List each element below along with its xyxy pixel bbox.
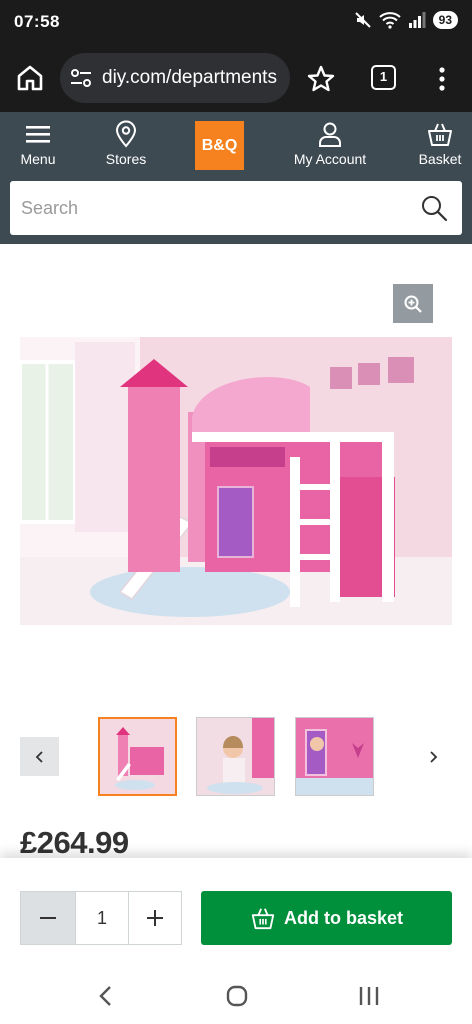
basket-icon bbox=[251, 908, 275, 930]
plus-icon bbox=[147, 910, 163, 926]
thumbnail-2[interactable] bbox=[196, 717, 275, 796]
search-area bbox=[0, 180, 472, 244]
status-bar: 07:58 93 bbox=[0, 0, 472, 44]
basket-icon bbox=[428, 123, 452, 146]
add-to-basket-bar: 1 Add to basket bbox=[0, 858, 472, 968]
search-box bbox=[10, 181, 462, 235]
thumbnail-next-button[interactable] bbox=[420, 744, 446, 770]
quantity-increase-button[interactable] bbox=[129, 892, 181, 944]
my-account-button[interactable]: My Account bbox=[286, 120, 374, 167]
menu-button[interactable]: Menu bbox=[12, 120, 64, 167]
stores-label: Stores bbox=[105, 151, 147, 167]
url-text[interactable]: diy.com/departments bbox=[102, 67, 277, 89]
wifi-icon bbox=[378, 12, 401, 29]
site-settings-icon[interactable] bbox=[70, 68, 92, 88]
thumbnail-3[interactable] bbox=[295, 717, 374, 796]
mute-icon bbox=[354, 12, 371, 28]
bookmark-button[interactable] bbox=[306, 64, 336, 94]
product-price: £264.99 bbox=[20, 825, 129, 860]
address-bar[interactable]: diy.com/departments bbox=[60, 53, 290, 103]
menu-label: Menu bbox=[20, 151, 56, 167]
basket-button[interactable]: Basket bbox=[412, 120, 468, 167]
back-icon[interactable] bbox=[96, 984, 116, 1008]
system-navigation-bar bbox=[0, 968, 472, 1024]
account-label: My Account bbox=[293, 151, 367, 167]
menu-icon bbox=[26, 126, 50, 143]
recents-icon[interactable] bbox=[358, 985, 380, 1007]
quantity-decrease-button[interactable] bbox=[21, 892, 75, 944]
account-icon bbox=[319, 122, 341, 147]
chevron-right-icon bbox=[430, 751, 438, 763]
chevron-left-icon bbox=[35, 750, 43, 763]
quantity-value[interactable]: 1 bbox=[75, 892, 129, 944]
thumbnail-2-image bbox=[197, 718, 274, 795]
search-icon[interactable] bbox=[420, 194, 448, 222]
zoom-button[interactable] bbox=[393, 284, 433, 323]
more-menu-button[interactable] bbox=[430, 64, 454, 94]
thumbnail-1[interactable] bbox=[98, 717, 177, 796]
thumbnail-1-image bbox=[100, 719, 175, 794]
search-input[interactable] bbox=[10, 181, 410, 235]
star-icon bbox=[307, 65, 335, 92]
bq-logo[interactable]: B&Q bbox=[195, 121, 244, 170]
basket-label: Basket bbox=[418, 151, 462, 167]
tab-switcher-button[interactable]: 1 bbox=[371, 65, 396, 90]
home-button[interactable] bbox=[14, 62, 46, 94]
add-to-basket-label: Add to basket bbox=[283, 907, 403, 928]
home-icon bbox=[17, 65, 43, 91]
battery-indicator: 93 bbox=[432, 11, 458, 29]
add-to-basket-button[interactable]: Add to basket bbox=[201, 891, 452, 945]
browser-toolbar: diy.com/departments 1 bbox=[0, 44, 472, 112]
home-circle-icon[interactable] bbox=[226, 985, 248, 1007]
signal-icon bbox=[408, 12, 426, 28]
status-icons: 93 bbox=[354, 11, 458, 29]
more-icon bbox=[439, 67, 445, 91]
store-pin-icon bbox=[115, 120, 137, 148]
product-image[interactable] bbox=[20, 337, 452, 625]
stores-button[interactable]: Stores bbox=[98, 120, 154, 167]
thumbnail-3-image bbox=[296, 718, 373, 795]
quantity-stepper: 1 bbox=[20, 891, 182, 945]
status-time: 07:58 bbox=[14, 12, 60, 31]
thumbnail-prev-button[interactable] bbox=[20, 737, 59, 776]
zoom-in-icon bbox=[404, 295, 422, 313]
minus-icon bbox=[40, 917, 56, 919]
